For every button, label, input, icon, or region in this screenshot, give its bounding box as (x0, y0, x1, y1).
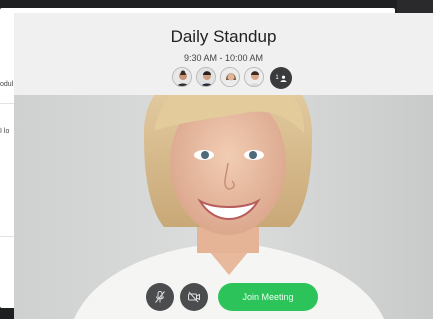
meeting-header: Daily Standup 9:30 AM - 10:00 AM 1 (14, 13, 433, 95)
person-icon (197, 68, 215, 86)
participant-avatar[interactable] (172, 67, 192, 87)
person-icon (245, 68, 263, 86)
mute-button[interactable] (146, 283, 174, 311)
more-count: 1 (275, 75, 279, 81)
participant-avatar[interactable] (220, 67, 240, 87)
call-controls: Join Meeting (146, 283, 318, 311)
divider (0, 236, 14, 237)
participant-list: 1 (172, 67, 292, 89)
person-icon (221, 68, 239, 86)
divider (0, 103, 14, 104)
meeting-title: Daily Standup (170, 27, 277, 46)
window-corner (397, 0, 433, 14)
mic-muted-icon (155, 291, 165, 303)
background-snippet: odul (0, 81, 14, 88)
participant-avatar[interactable] (244, 67, 264, 87)
person-icon (280, 75, 287, 82)
camera-button[interactable] (180, 283, 208, 311)
background-snippet: I lo (0, 128, 10, 135)
participant-avatar[interactable] (196, 67, 216, 87)
more-participants-badge[interactable]: 1 (270, 67, 292, 89)
join-meeting-button[interactable]: Join Meeting (218, 283, 318, 311)
meeting-card: Daily Standup 9:30 AM - 10:00 AM 1 Join … (14, 13, 433, 319)
person-icon (173, 68, 191, 86)
camera-off-icon (188, 291, 200, 303)
meeting-time: 9:30 AM - 10:00 AM (183, 53, 264, 63)
